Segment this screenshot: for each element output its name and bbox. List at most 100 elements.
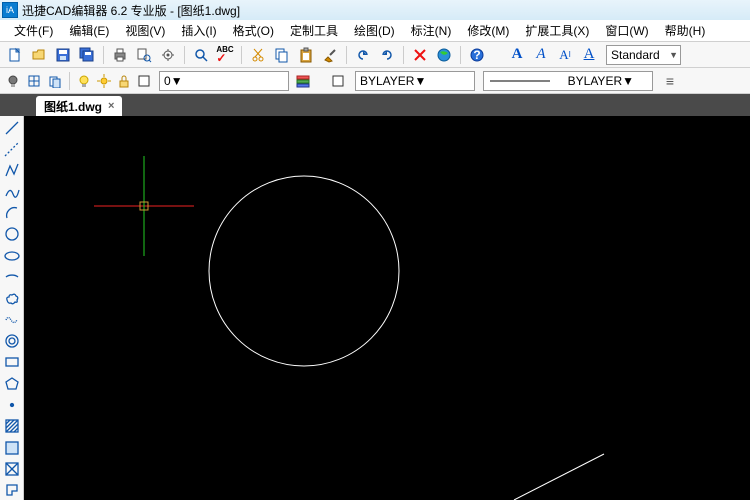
point-tool[interactable]	[2, 395, 22, 414]
arc-tool[interactable]	[2, 203, 22, 222]
cross-icon	[412, 47, 428, 63]
menu-view[interactable]: 视图(V)	[117, 20, 173, 41]
plot-preview-button[interactable]	[133, 44, 155, 66]
linetype-combo[interactable]: BYLAYER ▼	[483, 71, 653, 91]
chevron-down-icon: ▼	[414, 74, 426, 88]
abc-icon: ABC✓	[216, 46, 233, 64]
linetype-preview-icon	[490, 77, 550, 85]
menu-extension-tools[interactable]: 扩展工具(X)	[517, 20, 597, 41]
draw-toolbar	[0, 116, 24, 500]
menu-draw[interactable]: 绘图(D)	[346, 20, 403, 41]
match-properties-button[interactable]	[319, 44, 341, 66]
region-tool[interactable]	[2, 438, 22, 457]
gear-icon	[160, 47, 176, 63]
ellipse-arc-tool[interactable]	[2, 267, 22, 286]
text-style-value: Standard	[611, 48, 660, 62]
layer-color-swatch[interactable]	[135, 72, 153, 90]
erase-button[interactable]	[409, 44, 431, 66]
layer-state-button[interactable]	[25, 72, 43, 90]
document-tab[interactable]: 图纸1.dwg ×	[36, 96, 122, 116]
menu-format[interactable]: 格式(O)	[225, 20, 282, 41]
color-swatch-button[interactable]	[329, 72, 347, 90]
layer-filter-button[interactable]	[46, 72, 64, 90]
menu-help[interactable]: 帮助(H)	[657, 20, 714, 41]
undo-button[interactable]	[352, 44, 374, 66]
layer-toolbar: 0 ▼ BYLAYER ▼ BYLAYER ▼ ≡	[0, 68, 750, 94]
sun-icon[interactable]	[95, 72, 113, 90]
scissors-icon	[250, 47, 266, 63]
copy-button[interactable]	[271, 44, 293, 66]
printer-icon	[112, 47, 128, 63]
menu-window[interactable]: 窗口(W)	[597, 20, 656, 41]
chevron-down-icon: ▼	[622, 74, 634, 88]
cut-button[interactable]	[247, 44, 269, 66]
window-title: 迅捷CAD编辑器 6.2 专业版 - [图纸1.dwg]	[22, 2, 240, 19]
layer-current-value: 0	[164, 74, 171, 88]
find-icon	[193, 47, 209, 63]
freehand-tool[interactable]	[2, 310, 22, 329]
linetype-combo-value: BYLAYER	[568, 74, 622, 88]
revision-cloud-tool[interactable]	[2, 289, 22, 308]
menu-modify[interactable]: 修改(M)	[459, 20, 517, 41]
redo-button[interactable]	[376, 44, 398, 66]
plot-preview-icon	[136, 47, 152, 63]
construction-line-tool[interactable]	[2, 139, 22, 158]
settings-button[interactable]	[157, 44, 179, 66]
rectangle-tool[interactable]	[2, 353, 22, 372]
tab-close-button[interactable]: ×	[108, 100, 114, 112]
text-style-underline-button[interactable]: A	[578, 44, 600, 66]
menu-custom-tools[interactable]: 定制工具	[282, 20, 346, 41]
text-style-combo[interactable]: Standard ▼	[606, 45, 681, 65]
color-combo[interactable]: BYLAYER ▼	[355, 71, 475, 91]
save-icon	[55, 47, 71, 63]
menu-dimension[interactable]: 标注(N)	[403, 20, 460, 41]
bulb-off-icon[interactable]	[4, 72, 22, 90]
bulb-on-icon[interactable]	[75, 72, 93, 90]
save-as-button[interactable]	[76, 44, 98, 66]
menu-insert[interactable]: 插入(I)	[173, 20, 224, 41]
spell-check-button[interactable]: ABC✓	[214, 44, 236, 66]
help-button[interactable]: ?	[466, 44, 488, 66]
properties-list-button[interactable]: ≡	[661, 72, 679, 90]
boundary-tool[interactable]	[2, 481, 22, 500]
toolbar-separator	[69, 72, 70, 90]
text-style-italic-button[interactable]: A	[530, 44, 552, 66]
lock-icon[interactable]	[115, 72, 133, 90]
document-tab-label: 图纸1.dwg	[44, 98, 102, 115]
open-folder-icon	[31, 47, 47, 63]
wipeout-tool[interactable]	[2, 459, 22, 478]
menu-file[interactable]: 文件(F)	[6, 20, 61, 41]
save-as-icon	[79, 47, 95, 63]
chevron-down-icon: ▼	[171, 74, 183, 88]
layer-select-combo[interactable]: 0 ▼	[159, 71, 289, 91]
new-file-button[interactable]	[4, 44, 26, 66]
toolbar-separator	[103, 46, 104, 64]
menu-edit[interactable]: 编辑(E)	[61, 20, 117, 41]
paste-button[interactable]	[295, 44, 317, 66]
text-style-a-button[interactable]: A	[506, 44, 528, 66]
ring-tool[interactable]	[2, 331, 22, 350]
globe-icon	[436, 47, 452, 63]
window-titlebar: iA 迅捷CAD编辑器 6.2 专业版 - [图纸1.dwg]	[0, 0, 750, 20]
brush-icon	[322, 47, 338, 63]
line-tool[interactable]	[2, 118, 22, 137]
svg-text:?: ?	[473, 48, 480, 62]
plot-button[interactable]	[109, 44, 131, 66]
open-file-button[interactable]	[28, 44, 50, 66]
clipboard-icon	[298, 47, 314, 63]
polyline-tool[interactable]	[2, 161, 22, 180]
spline-tool[interactable]	[2, 182, 22, 201]
drawing-canvas[interactable]	[24, 116, 750, 500]
polygon-tool[interactable]	[2, 374, 22, 393]
hatch-tool[interactable]	[2, 417, 22, 436]
circle-tool[interactable]	[2, 225, 22, 244]
ellipse-tool[interactable]	[2, 246, 22, 265]
color-combo-value: BYLAYER	[360, 74, 414, 88]
layer-manager-button[interactable]	[295, 72, 313, 90]
find-button[interactable]	[190, 44, 212, 66]
explorer-button[interactable]	[433, 44, 455, 66]
text-style-small-button[interactable]: AI	[554, 44, 576, 66]
save-button[interactable]	[52, 44, 74, 66]
toolbar-separator	[346, 46, 347, 64]
toolbar-separator	[184, 46, 185, 64]
